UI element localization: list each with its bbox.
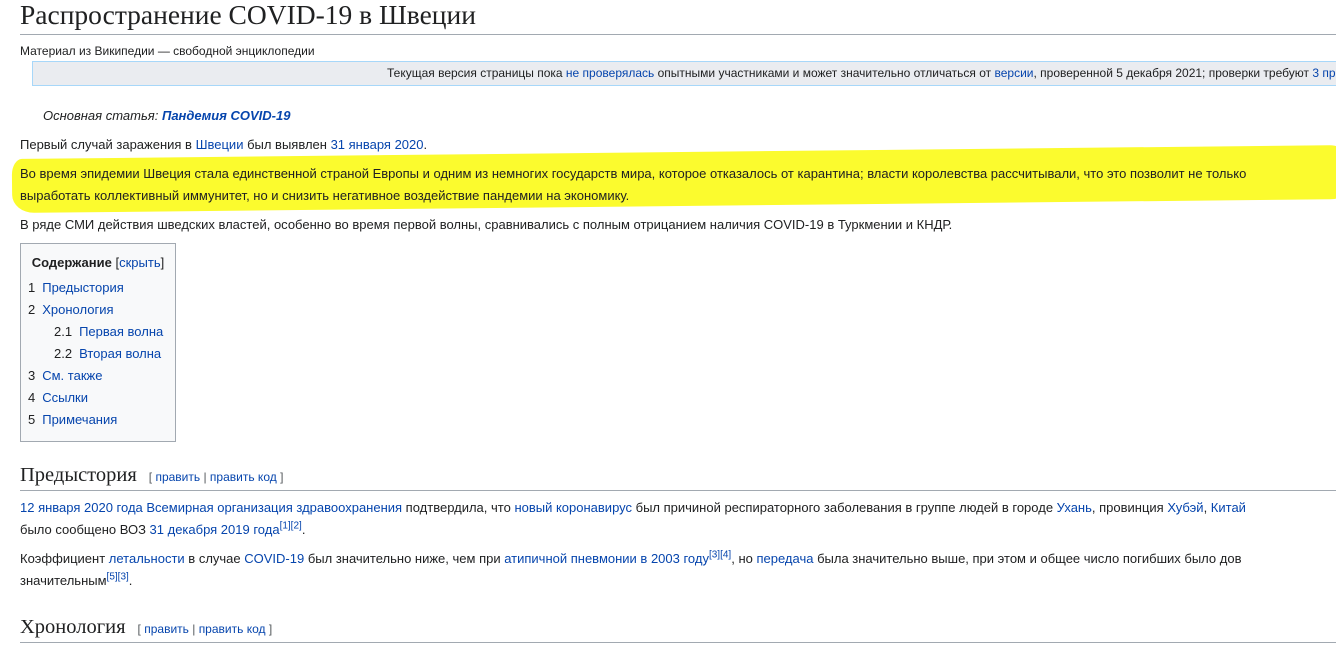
background-paragraph-2-line-1: Коэффициент летальности в случае COVID-1…	[20, 548, 1241, 570]
text: .	[301, 522, 306, 537]
text: был значительно ниже, чем при	[304, 551, 505, 566]
link-hubei[interactable]: Хубэй	[1167, 500, 1203, 515]
intro-paragraph-1: Первый случай заражения в Швеции был выя…	[20, 134, 427, 156]
title-divider	[20, 34, 1336, 35]
edit-link[interactable]: править	[144, 622, 189, 636]
text: , провинция	[1091, 500, 1168, 515]
toc-bracket-close: ]	[160, 255, 165, 270]
toc-item[interactable]: 2 Хронология	[21, 299, 175, 321]
site-subtitle: Материал из Википедии — свободной энцикл…	[20, 44, 315, 58]
toc-link[interactable]: Ссылки	[42, 390, 88, 405]
section-title: Хронология	[20, 616, 126, 638]
link-date[interactable]: 12 января 2020 года	[20, 500, 143, 515]
text: была значительно выше, при этом и общее …	[813, 551, 1242, 566]
text: Коэффициент	[20, 551, 109, 566]
toc-number: 5	[28, 412, 36, 427]
citation-link[interactable]: [1][2]	[280, 521, 302, 532]
edit-bracket-close: ]	[265, 622, 273, 636]
citation-link[interactable]: [5][3]	[107, 572, 129, 583]
hatnote: Основная статья: Пандемия COVID-19	[43, 108, 290, 123]
toc-item[interactable]: 2.2 Вторая волна	[21, 343, 175, 365]
section-title: Предыстория	[20, 464, 137, 486]
edit-bracket-close: ]	[276, 470, 284, 484]
toc-number: 2.2	[54, 346, 73, 361]
section-divider	[20, 642, 1336, 643]
toc-number: 2	[28, 302, 36, 317]
intro-paragraph-2-line-2: выработать коллективный иммунитет, но и …	[20, 188, 630, 203]
section-heading-background: Предыстория [ править | править код ]	[20, 462, 283, 490]
background-paragraph-2-line-2: значительным[5][3].	[20, 570, 132, 592]
notice-link-version[interactable]: версии	[994, 66, 1033, 80]
text: был причиной респираторного заболевания …	[632, 500, 1057, 515]
background-paragraph-1-line-2: было сообщено ВОЗ 31 декабря 2019 года[1…	[20, 519, 305, 541]
toc-number: 4	[28, 390, 36, 405]
notice-text: опытными участниками и может значительно…	[654, 66, 995, 80]
notice-text: , проверенной 5 декабря 2021; проверки т…	[1033, 66, 1313, 80]
toc-link[interactable]: Вторая волна	[79, 346, 161, 361]
intro-paragraph-2-line-1: Во время эпидемии Швеция стала единствен…	[20, 166, 1247, 181]
edit-source-link[interactable]: править код	[210, 470, 277, 484]
toc-title: Содержание [скрыть]	[21, 253, 175, 272]
toc-number: 3	[28, 368, 36, 383]
toc-item[interactable]: 5 Примечания	[21, 409, 175, 431]
section-heading-timeline: Хронология [ править | править код ]	[20, 614, 272, 642]
review-notice: Текущая версия страницы пока не проверял…	[32, 61, 1336, 86]
toc-item[interactable]: 2.1 Первая волна	[21, 321, 175, 343]
toc-link[interactable]: Первая волна	[79, 324, 163, 339]
citation-link[interactable]: [3][4]	[709, 550, 731, 561]
text: , но	[731, 551, 757, 566]
link-china[interactable]: Китай	[1211, 500, 1246, 515]
intro-paragraph-3: В ряде СМИ действия шведских властей, ос…	[20, 217, 953, 232]
link-who[interactable]: Всемирная организация здравоохранения	[146, 500, 402, 515]
link-sars[interactable]: атипичной пневмонии в 2003 году	[504, 551, 709, 566]
link-transmission[interactable]: передача	[756, 551, 813, 566]
hatnote-prefix: Основная статья:	[43, 108, 162, 123]
toc-link[interactable]: Примечания	[42, 412, 117, 427]
link-date[interactable]: 31 декабря 2019 года	[150, 522, 280, 537]
text: был выявлен	[243, 137, 331, 152]
page-title: Распространение COVID-19 в Швеции	[20, 0, 476, 30]
toc-item[interactable]: 4 Ссылки	[21, 387, 175, 409]
edit-separator: |	[188, 622, 199, 636]
link-coronavirus[interactable]: новый коронавирус	[514, 500, 632, 515]
toc-number: 1	[28, 280, 36, 295]
notice-link-edits[interactable]: 3 правки	[1312, 66, 1336, 80]
toc-number: 2.1	[54, 324, 73, 339]
toc-link[interactable]: Предыстория	[42, 280, 124, 295]
text: ,	[1203, 500, 1211, 515]
toc-toggle-link[interactable]: скрыть	[119, 255, 161, 270]
section-edit-links: [ править | править код ]	[138, 622, 273, 636]
background-paragraph-1-line-1: 12 января 2020 года Всемирная организаци…	[20, 497, 1246, 519]
section-edit-links: [ править | править код ]	[149, 470, 284, 484]
notice-text: Текущая версия страницы пока	[387, 66, 566, 80]
link-sweden[interactable]: Швеции	[196, 137, 244, 152]
edit-source-link[interactable]: править код	[199, 622, 266, 636]
text: в случае	[184, 551, 245, 566]
link-date[interactable]: 31 января 2020	[331, 137, 424, 152]
text: .	[423, 137, 428, 152]
toc-item[interactable]: 3 См. также	[21, 365, 175, 387]
toc-item[interactable]: 1 Предыстория	[21, 277, 175, 299]
text: было сообщено ВОЗ	[20, 522, 150, 537]
toc-link[interactable]: Хронология	[42, 302, 113, 317]
link-wuhan[interactable]: Ухань	[1057, 500, 1092, 515]
link-covid[interactable]: COVID-19	[244, 551, 304, 566]
toc-list: 1 Предыстория 2 Хронология 2.1 Первая волна…	[21, 277, 175, 431]
text: подтвердила, что	[402, 500, 515, 515]
notice-link-unreviewed[interactable]: не проверялась	[566, 66, 654, 80]
toc-toggle: [скрыть]	[115, 255, 164, 270]
text: значительным	[20, 573, 107, 588]
section-divider	[20, 490, 1336, 491]
text: .	[128, 573, 133, 588]
table-of-contents: Содержание [скрыть] 1 Предыстория 2 Хронол…	[20, 243, 176, 442]
text: Первый случай заражения в	[20, 137, 196, 152]
toc-heading: Содержание	[31, 255, 112, 270]
edit-link[interactable]: править	[155, 470, 200, 484]
edit-separator: |	[200, 470, 210, 484]
link-lethality[interactable]: летальности	[109, 551, 185, 566]
toc-link[interactable]: См. также	[42, 368, 102, 383]
main-article-link[interactable]: Пандемия COVID-19	[162, 108, 290, 123]
